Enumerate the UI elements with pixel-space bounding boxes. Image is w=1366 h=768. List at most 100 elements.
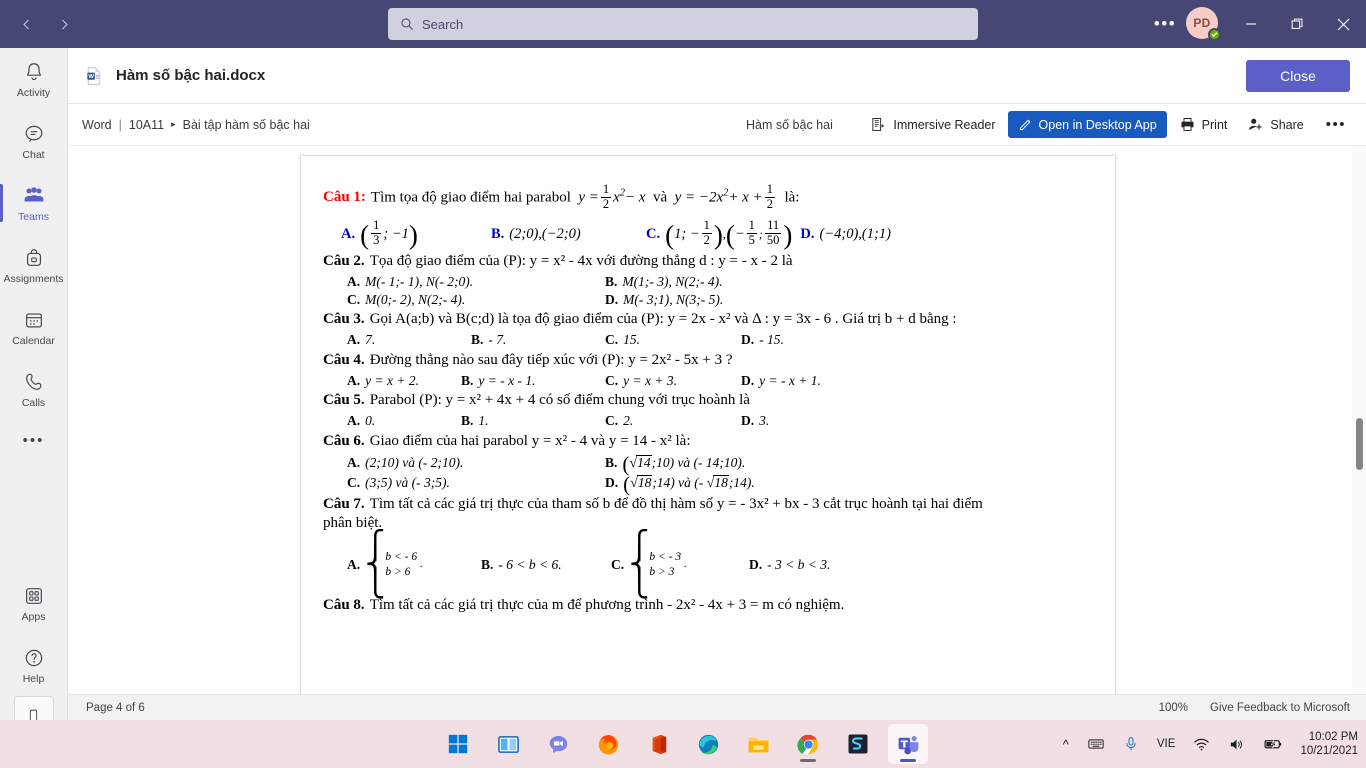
backpack-icon <box>22 246 46 270</box>
windows-taskbar: ^ VIE 10:02 PM 10/21/2021 <box>0 720 1366 768</box>
battery-charging-icon[interactable] <box>1260 731 1286 757</box>
titlebar-more-button[interactable]: ••• <box>1148 8 1182 40</box>
question-3-option-b[interactable]: B. - 7. <box>471 333 605 347</box>
breadcrumb: Word | 10A11 ▸ Bài tập hàm số bậc hai <box>82 118 310 132</box>
window-minimize-button[interactable] <box>1228 0 1274 48</box>
question-7-option-b[interactable]: B. - 6 < b < 6. <box>481 558 611 572</box>
sidebar-item-calendar[interactable]: Calendar <box>0 296 68 358</box>
share-button[interactable]: Share <box>1239 110 1311 139</box>
printer-icon <box>1181 118 1194 131</box>
breadcrumb-channel[interactable]: Bài tập hàm số bậc hai <box>183 118 310 132</box>
question-6-option-b[interactable]: B. (√ 14 ;10) và (- 14;10). <box>605 453 745 474</box>
sidebar-label-activity: Activity <box>16 86 51 99</box>
sidebar-item-help[interactable]: Help <box>0 634 68 696</box>
immersive-reader-button[interactable]: Immersive Reader <box>862 110 1003 139</box>
question-2-option-d[interactable]: D. M(- 3;1), N(3;- 5). <box>605 292 723 307</box>
clock[interactable]: 10:02 PM 10/21/2021 <box>1300 730 1358 758</box>
sidebar-item-calls[interactable]: Calls <box>0 358 68 420</box>
taskbar-file-explorer-button[interactable] <box>738 724 778 764</box>
sidebar-more-button[interactable]: ••• <box>0 420 68 460</box>
question-7-option-c[interactable]: C. ⎧ ⎨ ⎩ b < - 3b > 3 . <box>611 531 749 597</box>
taskbar-office-button[interactable] <box>638 724 678 764</box>
document-page[interactable]: Câu 1: Tìm tọa độ giao điểm hai parabol … <box>300 155 1116 694</box>
sidebar-item-teams[interactable]: Teams <box>0 172 68 234</box>
sidebar-item-apps[interactable]: Apps <box>0 572 68 634</box>
avatar[interactable]: PD <box>1186 7 1221 41</box>
wifi-icon[interactable] <box>1190 733 1213 756</box>
question-7-option-a[interactable]: A. ⎧ ⎨ ⎩ b < - 6b > 6 . <box>347 531 481 597</box>
question-6-option-a[interactable]: A. (2;10) và (- 2;10). <box>347 456 605 470</box>
taskbar-chat-button[interactable] <box>538 724 578 764</box>
document-scrollbar-track[interactable] <box>1352 146 1366 694</box>
question-4-number: Câu 4. <box>323 351 365 368</box>
teams-window: Search ••• PD Activity Chat Teams Assign… <box>0 0 1366 768</box>
back-button[interactable] <box>10 8 42 40</box>
window-close-button[interactable] <box>1320 0 1366 48</box>
question-3-option-d[interactable]: D. - 15. <box>741 333 784 347</box>
question-6-option-d[interactable]: D. (√ 18 ;14) và (- √ 18 ;14). <box>605 473 755 494</box>
open-in-desktop-app-button[interactable]: Open in Desktop App <box>1007 111 1167 138</box>
microphone-icon[interactable] <box>1120 733 1142 755</box>
sidebar-label-calendar: Calendar <box>12 334 55 347</box>
question-2-option-c[interactable]: C. M(0;- 2), N(2;- 4). <box>347 292 605 307</box>
question-4-option-a[interactable]: A. y = x + 2. <box>347 373 461 388</box>
taskbar-firefox-button[interactable] <box>588 724 628 764</box>
question-3-option-a[interactable]: A. 7. <box>347 333 471 347</box>
question-5-option-c[interactable]: C. 2. <box>605 414 741 428</box>
document-scrollbar-thumb[interactable] <box>1356 418 1363 470</box>
question-1-option-a[interactable]: A. (1 3; −1) <box>341 218 491 248</box>
breadcrumb-app[interactable]: Word <box>82 118 112 132</box>
question-5-option-d[interactable]: D. 3. <box>741 414 769 428</box>
sidebar-item-assignments[interactable]: Assignments <box>0 234 68 296</box>
minimize-icon <box>1246 23 1256 25</box>
calendar-icon <box>22 308 46 332</box>
question-6-option-c[interactable]: C. (3;5) và (- 3;5). <box>347 476 605 490</box>
question-1: Câu 1: Tìm tọa độ giao điểm hai parabol … <box>323 182 1081 248</box>
taskbar-snipaste-button[interactable] <box>838 724 878 764</box>
question-4-option-c[interactable]: C. y = x + 3. <box>605 373 741 388</box>
question-5-option-a[interactable]: A. 0. <box>347 414 461 428</box>
taskbar-edge-button[interactable] <box>688 724 728 764</box>
document-header: W Hàm số bậc hai.docx Close <box>68 48 1366 104</box>
zoom-level[interactable]: 100% <box>1159 702 1188 714</box>
question-2-option-a[interactable]: A. M(- 1;- 1), N(- 2;0). <box>347 275 605 289</box>
taskbar-chrome-button[interactable] <box>788 724 828 764</box>
sidebar-label-apps: Apps <box>21 610 46 623</box>
question-7-option-d[interactable]: D. - 3 < b < 3. <box>749 558 830 572</box>
search-input[interactable]: Search <box>388 8 978 40</box>
sidebar-item-chat[interactable]: Chat <box>0 110 68 172</box>
chevron-left-icon <box>22 19 29 29</box>
question-1-option-c[interactable]: C. (1; −1 2),(−1 5; 11 50) <box>646 218 792 248</box>
sidebar-label-chat: Chat <box>22 148 45 161</box>
taskbar-task-view-button[interactable] <box>488 724 528 764</box>
tray-expand-button[interactable]: ^ <box>1060 734 1072 755</box>
print-button[interactable]: Print <box>1171 110 1236 139</box>
question-2-option-b[interactable]: B. M(1;- 3), N(2;- 4). <box>605 275 722 289</box>
breadcrumb-team[interactable]: 10A11 <box>129 118 164 132</box>
taskbar-active-indicator <box>900 759 916 762</box>
question-3-option-c[interactable]: C. 15. <box>605 333 741 347</box>
question-4-option-b[interactable]: B. y = - x - 1. <box>461 373 605 388</box>
question-4-option-d[interactable]: D. y = - x + 1. <box>741 373 821 388</box>
keyboard-icon[interactable] <box>1084 732 1108 756</box>
speaker-icon[interactable] <box>1225 733 1248 756</box>
question-5-option-b[interactable]: B. 1. <box>461 414 605 428</box>
close-document-button[interactable]: Close <box>1246 60 1350 92</box>
taskbar-teams-button[interactable] <box>888 724 928 764</box>
input-language-indicator[interactable]: VIE <box>1154 735 1179 753</box>
window-maximize-button[interactable] <box>1274 0 1320 48</box>
word-doc-icon: W <box>87 66 101 85</box>
app-rail: Activity Chat Teams Assignments Calendar… <box>0 48 68 748</box>
sidebar-item-activity[interactable]: Activity <box>0 48 68 110</box>
document-toolbar: Word | 10A11 ▸ Bài tập hàm số bậc hai Hà… <box>68 104 1366 146</box>
give-feedback-link[interactable]: Give Feedback to Microsoft <box>1210 702 1350 714</box>
open-in-desktop-app-label: Open in Desktop App <box>1038 117 1157 132</box>
question-1-option-d[interactable]: D. (−4;0),(1;1) <box>800 227 891 242</box>
forward-button[interactable] <box>48 8 80 40</box>
taskbar-start-button[interactable] <box>438 724 478 764</box>
question-1-option-b[interactable]: B. (2;0),(−2;0) <box>491 227 646 242</box>
task-view-icon <box>497 735 519 753</box>
apps-grid-icon <box>22 584 46 608</box>
toolbar-overflow-button[interactable]: ••• <box>1316 110 1356 139</box>
question-5: Câu 5. Parabol (P): y = x² + 4x + 4 có s… <box>323 393 1081 428</box>
